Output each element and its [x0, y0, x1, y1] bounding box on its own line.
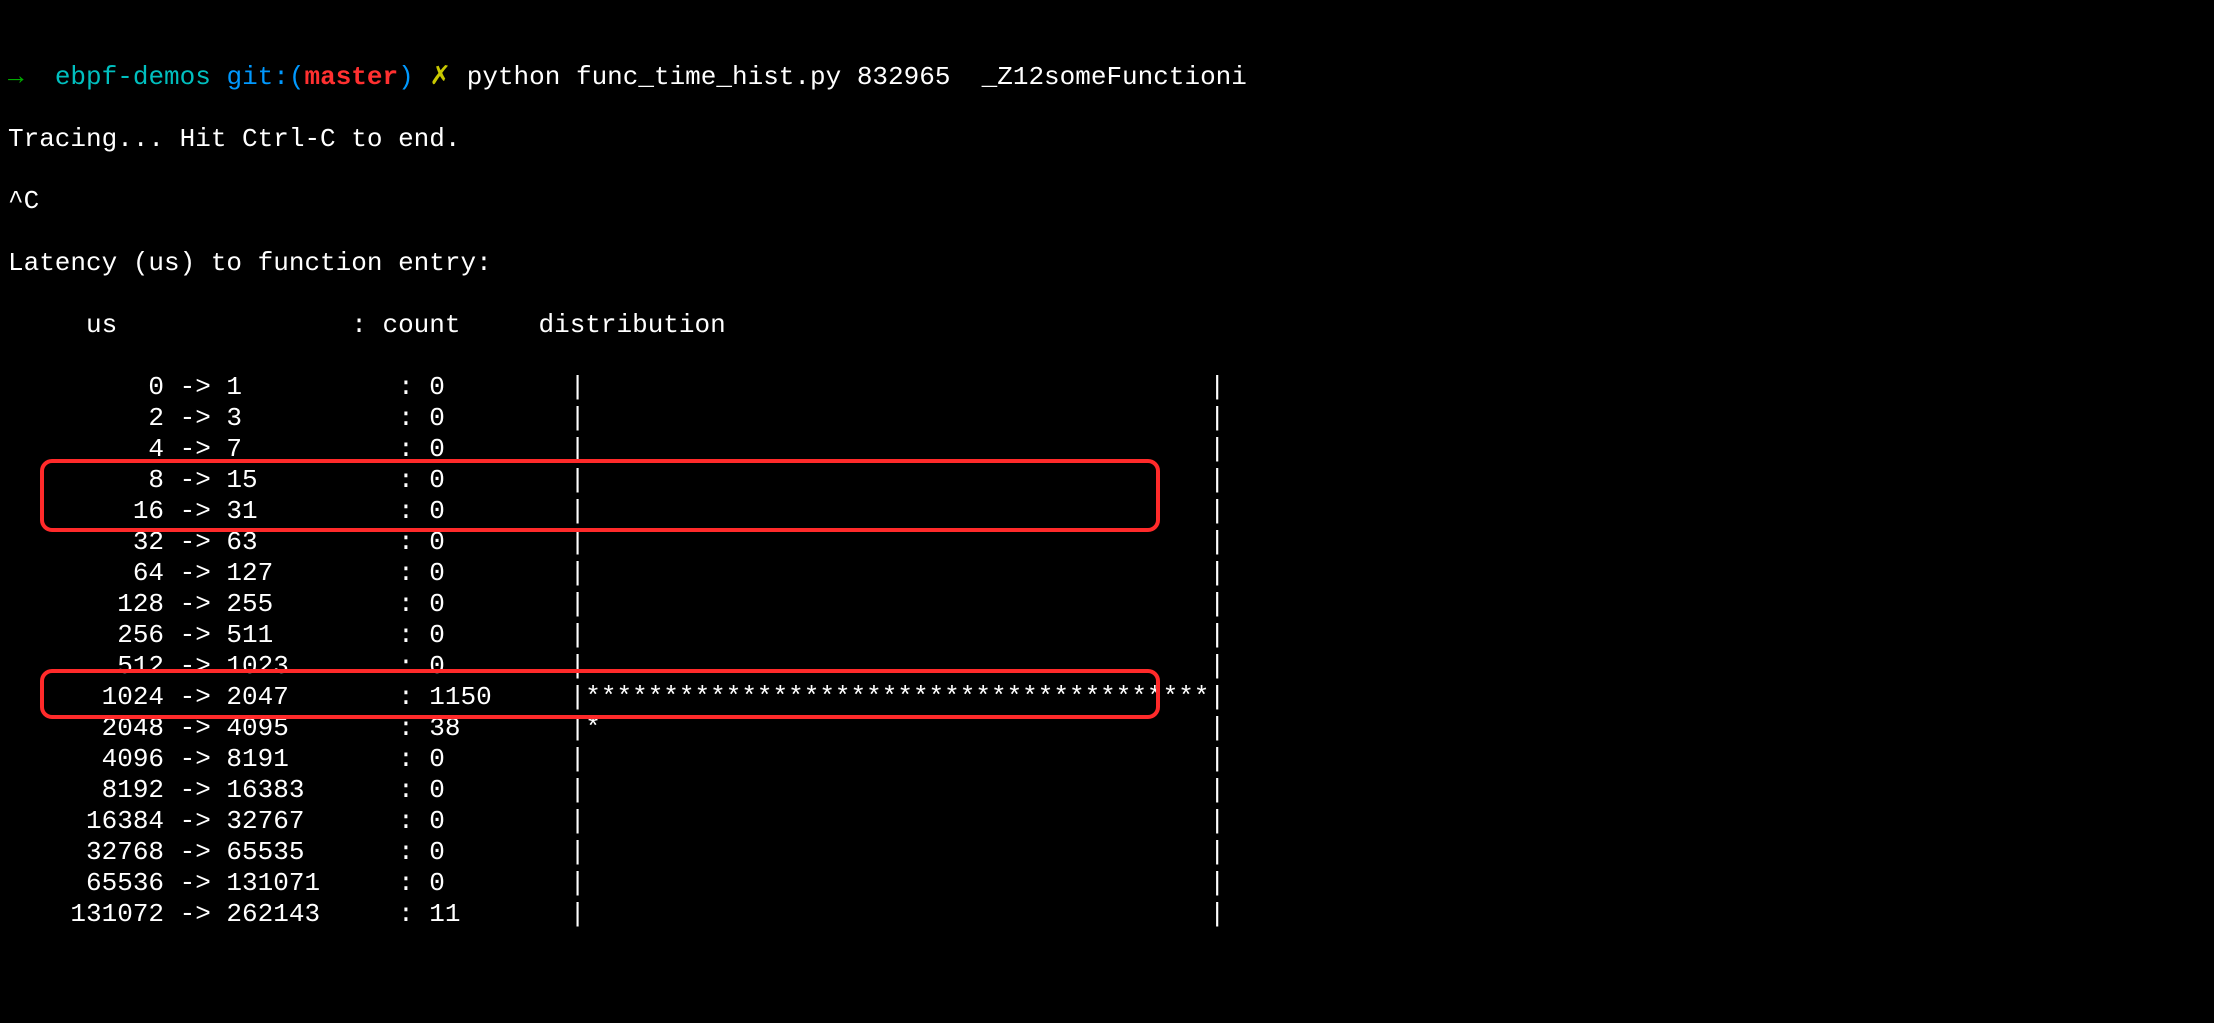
histogram-row: 0 -> 1 : 0 | |: [8, 372, 2206, 403]
histogram-header: us : count distribution: [8, 310, 2206, 341]
command-text: python func_time_hist.py 832965 _Z12some…: [467, 62, 1247, 92]
latency-title: Latency (us) to function entry:: [8, 248, 2206, 279]
terminal-output[interactable]: → ebpf-demos git:(master) ✗ python func_…: [0, 0, 2214, 1023]
histogram-row: 2 -> 3 : 0 | |: [8, 403, 2206, 434]
histogram-row: 131072 -> 262143 : 11 | |: [8, 899, 2206, 930]
prompt-dir: ebpf-demos: [55, 62, 211, 92]
interrupt-signal: ^C: [8, 186, 2206, 217]
histogram-row: 16384 -> 32767 : 0 | |: [8, 806, 2206, 837]
histogram-row: 4 -> 7 : 0 | |: [8, 434, 2206, 465]
histogram-row: 65536 -> 131071 : 0 | |: [8, 868, 2206, 899]
prompt-branch-close: ): [398, 62, 414, 92]
histogram-row: 128 -> 255 : 0 | |: [8, 589, 2206, 620]
prompt-line[interactable]: → ebpf-demos git:(master) ✗ python func_…: [8, 62, 2206, 93]
prompt-git-label: git:: [226, 62, 288, 92]
prompt-dirty-icon: ✗: [429, 62, 451, 92]
histogram-row: 2048 -> 4095 : 38 |* |: [8, 713, 2206, 744]
histogram-row: 4096 -> 8191 : 0 | |: [8, 744, 2206, 775]
histogram-row: 1024 -> 2047 : 1150 |*******************…: [8, 682, 2206, 713]
histogram-row: 32 -> 63 : 0 | |: [8, 527, 2206, 558]
histogram-row: 64 -> 127 : 0 | |: [8, 558, 2206, 589]
histogram-row: 32768 -> 65535 : 0 | |: [8, 837, 2206, 868]
prompt-branch-open: (: [289, 62, 305, 92]
histogram-row: 16 -> 31 : 0 | |: [8, 496, 2206, 527]
histogram-row: 256 -> 511 : 0 | |: [8, 620, 2206, 651]
histogram-row: 8192 -> 16383 : 0 | |: [8, 775, 2206, 806]
prompt-arrow-icon: →: [8, 62, 24, 92]
prompt-branch: master: [305, 62, 399, 92]
histogram-row: 512 -> 1023 : 0 | |: [8, 651, 2206, 682]
tracing-message: Tracing... Hit Ctrl-C to end.: [8, 124, 2206, 155]
histogram-row: 8 -> 15 : 0 | |: [8, 465, 2206, 496]
